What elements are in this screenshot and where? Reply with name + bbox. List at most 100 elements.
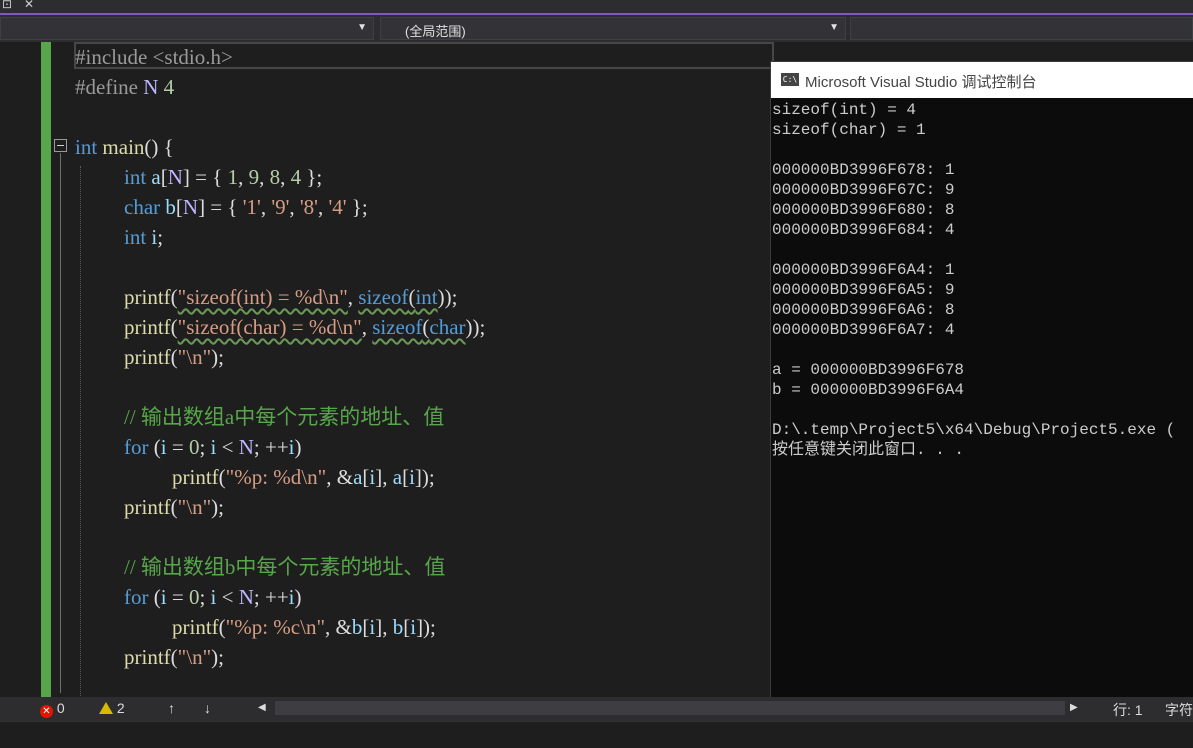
punctuation: ] = { xyxy=(182,165,228,189)
code-line-6[interactable]: char b[N] = { '1', '9', '8', '4' }; xyxy=(124,192,368,222)
identifier: i xyxy=(146,225,158,249)
punctuation: }; xyxy=(346,195,368,219)
chevron-down-icon: ▼ xyxy=(357,22,367,33)
console-line: a = 000000BD3996F678 xyxy=(772,361,965,379)
code-line-20[interactable]: printf("%p: %c\n", &b[i], b[i]); xyxy=(172,612,436,642)
macro-ref: N xyxy=(167,165,183,189)
punctuation: ], xyxy=(375,465,393,489)
code-line-7[interactable]: int i; xyxy=(124,222,163,252)
code-line-9[interactable]: printf("sizeof(int) = %d\n", sizeof(int)… xyxy=(124,282,457,312)
string-literal: "sizeof(int) = %d\n" xyxy=(177,285,348,309)
punctuation: , & xyxy=(325,615,352,639)
code-line-11[interactable]: printf("\n"); xyxy=(124,342,224,372)
macro-ref: N xyxy=(182,195,199,219)
editor-status-bar: ✕ 0 2 ↑ ↓ ◀ ▶ 行: 1 字符 xyxy=(0,697,1193,721)
console-app-icon: C:\ xyxy=(781,73,799,86)
close-icon[interactable]: ✕ xyxy=(24,0,34,11)
function-call: printf xyxy=(172,465,219,489)
punctuation: ] = { xyxy=(198,195,243,219)
scope-dropdown-label: (全局范围) xyxy=(405,24,466,39)
member-dropdown[interactable] xyxy=(850,17,1193,40)
function-call: printf xyxy=(124,315,171,339)
code-line-1[interactable]: #include <stdio.h> xyxy=(75,42,233,72)
console-line: 000000BD3996F680: 8 xyxy=(772,201,955,219)
punctuation: , xyxy=(280,165,291,189)
line-number-gutter xyxy=(0,42,42,697)
number-literal: 1 xyxy=(227,165,239,189)
window-top-strip: ⊡ ✕ xyxy=(0,0,1193,15)
scroll-left-icon[interactable]: ◀ xyxy=(258,702,266,713)
bottom-panel xyxy=(0,721,1193,748)
scroll-right-icon[interactable]: ▶ xyxy=(1070,702,1078,713)
string-literal: "%p: %c\n" xyxy=(225,615,326,639)
fold-line xyxy=(60,153,61,693)
punctuation: ); xyxy=(211,345,224,369)
function-call: printf xyxy=(124,645,171,669)
keyword: char xyxy=(429,315,466,339)
scope-dropdown[interactable]: (全局范围) ▼ xyxy=(380,17,846,40)
code-line-21[interactable]: printf("\n"); xyxy=(124,642,224,672)
console-title-bar[interactable]: C:\ Microsoft Visual Studio 调试控制台 xyxy=(771,62,1193,98)
punctuation: [ xyxy=(175,195,183,219)
macro-value: 4 xyxy=(158,75,175,99)
function-call: printf xyxy=(172,615,219,639)
code-line-14[interactable]: for (i = 0; i < N; ++i) xyxy=(124,432,302,462)
debug-console-window[interactable]: C:\ Microsoft Visual Studio 调试控制台 sizeof… xyxy=(770,61,1193,699)
console-line: sizeof(char) = 1 xyxy=(772,121,926,139)
punctuation: ( xyxy=(148,585,161,609)
horizontal-scrollbar[interactable] xyxy=(275,701,1065,715)
punctuation: , xyxy=(289,195,300,219)
console-line: 000000BD3996F684: 4 xyxy=(772,221,955,239)
char-literal: '1' xyxy=(242,195,261,219)
include-directive: #include <stdio.h> xyxy=(75,45,233,69)
string-literal: "\n" xyxy=(177,645,212,669)
keyword: int xyxy=(124,225,147,249)
console-line: 000000BD3996F6A7: 4 xyxy=(772,321,955,339)
arrow-down-icon[interactable]: ↓ xyxy=(204,700,211,716)
comment-line-b[interactable]: // 输出数组b中每个元素的地址、值 xyxy=(124,552,445,582)
error-count[interactable]: ✕ 0 xyxy=(40,700,65,718)
console-line: b = 000000BD3996F6A4 xyxy=(772,381,965,399)
number-literal: 0 xyxy=(188,435,200,459)
punctuation: ; xyxy=(199,585,211,609)
punctuation: ( xyxy=(170,285,178,309)
macro-name: N xyxy=(143,75,159,99)
punctuation: ); xyxy=(211,495,224,519)
string-literal: "%p: %d\n" xyxy=(225,465,327,489)
error-icon: ✕ xyxy=(40,705,53,718)
pin-icon[interactable]: ⊡ xyxy=(2,0,12,11)
punctuation: [ xyxy=(160,165,168,189)
collapse-toggle-icon[interactable] xyxy=(54,139,67,152)
indent-guide xyxy=(80,166,81,696)
console-title: Microsoft Visual Studio 调试控制台 xyxy=(805,74,1037,91)
punctuation: ); xyxy=(211,645,224,669)
code-line-4[interactable]: int main() { xyxy=(75,132,174,162)
punctuation: ( xyxy=(218,465,226,489)
code-line-19[interactable]: for (i = 0; i < N; ++i) xyxy=(124,582,302,612)
code-line-16[interactable]: printf("\n"); xyxy=(124,492,224,522)
project-dropdown[interactable]: ▼ xyxy=(0,17,374,40)
identifier: b xyxy=(160,195,176,219)
comment-line-a[interactable]: // 输出数组a中每个元素的地址、值 xyxy=(124,402,444,432)
code-line-10[interactable]: printf("sizeof(char) = %d\n", sizeof(cha… xyxy=(124,312,485,342)
char-literal: '8' xyxy=(299,195,318,219)
punctuation: }; xyxy=(301,165,323,189)
punctuation: , xyxy=(238,165,249,189)
punctuation: , & xyxy=(326,465,354,489)
string-literal: "sizeof(char) = %d\n" xyxy=(177,315,362,339)
identifier: a xyxy=(353,465,363,489)
change-tracking-bar xyxy=(41,42,51,697)
punctuation: = xyxy=(166,435,189,459)
code-line-2[interactable]: #define N 4 xyxy=(75,72,174,102)
punctuation: ; xyxy=(157,225,164,249)
keyword: int xyxy=(75,135,98,159)
console-line: 000000BD3996F67C: 9 xyxy=(772,181,955,199)
console-line: D:\.temp\Project5\x64\Debug\Project5.exe… xyxy=(772,421,1176,439)
punctuation: ( xyxy=(218,615,226,639)
punctuation: = xyxy=(166,585,189,609)
code-line-15[interactable]: printf("%p: %d\n", &a[i], a[i]); xyxy=(172,462,435,492)
warning-count[interactable]: 2 xyxy=(99,700,125,716)
sizeof-keyword: sizeof xyxy=(372,315,423,339)
code-line-5[interactable]: int a[N] = { 1, 9, 8, 4 }; xyxy=(124,162,322,192)
arrow-up-icon[interactable]: ↑ xyxy=(168,700,175,716)
